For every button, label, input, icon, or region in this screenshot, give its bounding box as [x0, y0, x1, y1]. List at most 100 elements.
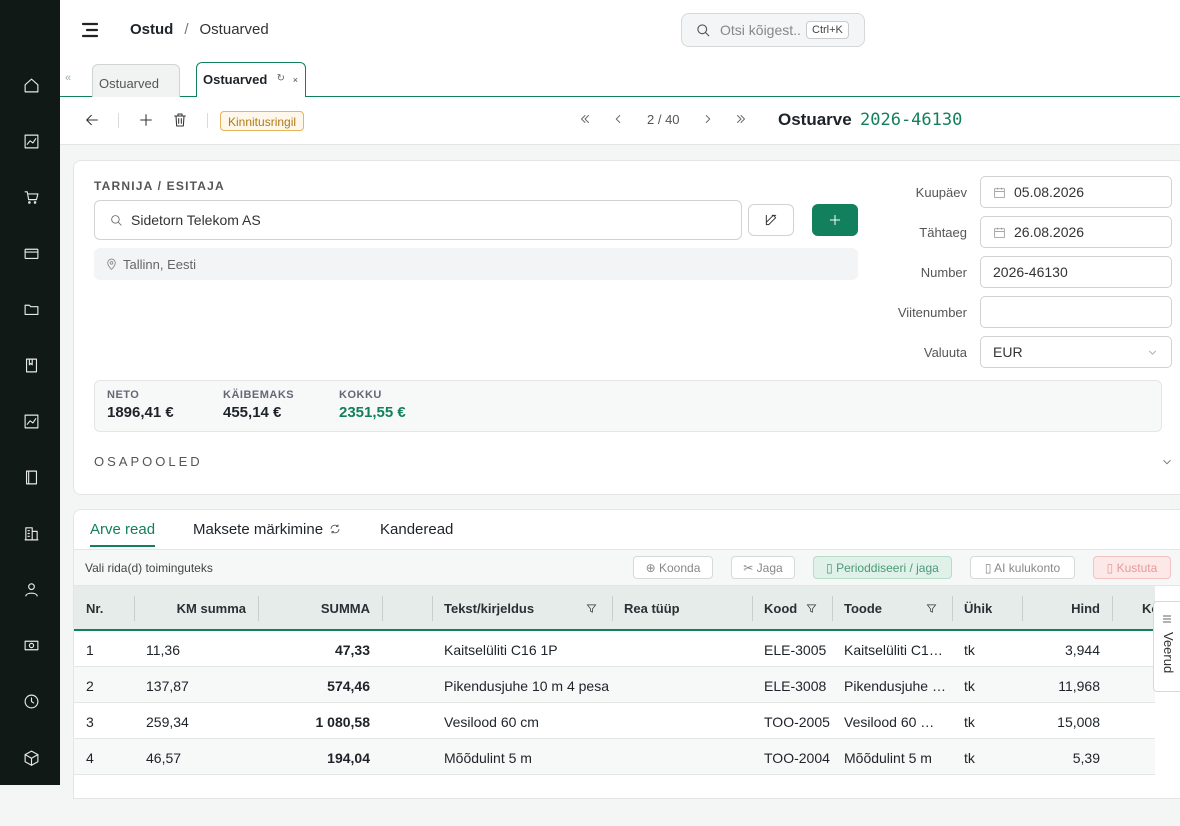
tab-label: Ostuarved [99, 76, 159, 91]
ai-account-button[interactable]: ▯ AI kulukonto [970, 556, 1075, 579]
breadcrumb-root[interactable]: Ostud [130, 21, 173, 38]
col-row-type[interactable]: Rea tüüp [624, 601, 680, 616]
col-product[interactable]: Toode [844, 601, 882, 616]
prev-page-icon[interactable] [611, 112, 625, 129]
search-placeholder: Otsi kõigest... [720, 22, 802, 38]
number-field[interactable]: 2026-46130 [980, 256, 1172, 288]
filter-icon[interactable] [586, 601, 597, 616]
reference-field[interactable] [980, 296, 1172, 328]
col-sum[interactable]: SUMMA [258, 601, 370, 616]
parties-section-toggle[interactable]: OSAPOOLED [94, 454, 203, 469]
cell-description: Mõõdulint 5 m [444, 750, 532, 766]
back-arrow-icon[interactable] [84, 112, 102, 130]
due-date-field[interactable]: 26.08.2026 [980, 216, 1172, 248]
status-badge: Kinnitusringil [220, 111, 305, 131]
date-value: 05.08.2026 [1014, 184, 1085, 200]
cell-code: TOO-2005 [764, 714, 830, 730]
user-icon[interactable] [20, 578, 42, 600]
tab-ostuarved-list[interactable]: Ostuarved [92, 64, 180, 97]
close-tab-icon[interactable]: × [293, 75, 298, 85]
table-row[interactable]: 1 11,36 47,33 Kaitselüliti C16 1P ELE-30… [74, 631, 1155, 667]
tab-ostuarved-active[interactable]: Ostuarved ↻ × [196, 62, 306, 98]
col-nr[interactable]: Nr. [86, 601, 103, 616]
location-pin-icon [107, 258, 116, 270]
breadcrumb: Ostud / Ostuarved [130, 21, 269, 38]
document-toolbar: Kinnitusringil 2 / 40 Ostuarve 2026-4613… [60, 97, 1180, 145]
edit-icon [765, 214, 777, 226]
columns-button[interactable]: Veerud [1153, 601, 1180, 692]
collapse-tabs-icon[interactable]: « [65, 72, 71, 84]
add-icon[interactable] [138, 112, 156, 130]
folder-icon[interactable] [20, 298, 42, 320]
column-divider [432, 596, 433, 621]
col-price[interactable]: Hind [1022, 601, 1100, 616]
merge-button[interactable]: ⊕ Koonda [633, 556, 713, 579]
search-shortcut: Ctrl+K [806, 21, 849, 39]
tab-invoice-lines[interactable]: Arve read [90, 521, 156, 547]
vendor-input[interactable]: Sidetorn Telekom AS [94, 200, 742, 240]
cart-icon[interactable] [20, 186, 42, 208]
refresh-tab-icon[interactable]: ↻ [277, 73, 285, 84]
last-page-icon[interactable] [734, 112, 748, 129]
global-search[interactable]: Otsi kõigest... Ctrl+K [681, 13, 865, 47]
filter-icon[interactable] [926, 601, 937, 616]
page-indicator: 2 / 40 [647, 112, 680, 127]
cell-sum: 574,46 [327, 678, 370, 694]
cell-nr: 2 [86, 678, 94, 694]
split-button[interactable]: ✂ Jaga [731, 556, 795, 579]
next-page-icon[interactable] [701, 112, 715, 129]
tab-payment-marking[interactable]: Maksete märkimine [193, 521, 341, 538]
building-icon[interactable] [20, 522, 42, 544]
column-divider [832, 596, 833, 621]
money-icon[interactable] [20, 634, 42, 656]
delete-rows-button[interactable]: ▯ Kustuta [1093, 556, 1171, 579]
table-row[interactable]: 3 259,34 1 080,58 Vesilood 60 cm TOO-200… [74, 703, 1155, 739]
breadcrumb-current: Ostuarved [199, 21, 269, 38]
col-unit[interactable]: Ühik [964, 601, 992, 616]
table-header: Nr. KM summa SUMMA Tekst/kirjeldus Rea t… [74, 586, 1155, 631]
analytics-icon[interactable] [20, 410, 42, 432]
tab-ledger-rows[interactable]: Kanderead [380, 521, 453, 538]
cell-code: ELE-3005 [764, 642, 827, 658]
cell-sum: 194,04 [327, 750, 370, 766]
cell-unit: tk [964, 642, 975, 658]
chart-icon[interactable] [20, 130, 42, 152]
ledger-icon[interactable] [20, 466, 42, 488]
table-row[interactable]: 4 46,57 194,04 Mõõdulint 5 m TOO-2004 Mõ… [74, 739, 1155, 775]
date-field[interactable]: 05.08.2026 [980, 176, 1172, 208]
number-label: Number [920, 264, 967, 280]
table-row[interactable]: 2 137,87 574,46 Pikendusjuhe 10 m 4 pesa… [74, 667, 1155, 703]
cell-description: Kaitselüliti C16 1P [444, 642, 558, 658]
col-vat-amount[interactable]: KM summa [134, 601, 246, 616]
cell-vat: 11,36 [146, 642, 180, 658]
net-total: NETO 1896,41 € [107, 389, 174, 421]
col-code[interactable]: Kood [764, 601, 797, 616]
col-description[interactable]: Tekst/kirjeldus [444, 601, 534, 616]
net-label: NETO [107, 389, 140, 401]
tab-label: Ostuarved [203, 72, 268, 87]
cell-product: Mõõdulint 5 m [844, 750, 932, 766]
add-vendor-button[interactable] [812, 204, 858, 236]
chevron-down-icon [1148, 350, 1157, 355]
menu-toggle-icon[interactable] [81, 20, 99, 40]
clock-icon[interactable] [20, 690, 42, 712]
cell-product: Kaitselüliti C1… [844, 642, 943, 658]
cell-unit: tk [964, 750, 975, 766]
edit-vendor-button[interactable] [748, 204, 794, 236]
card-icon[interactable] [20, 242, 42, 264]
trash-icon[interactable] [172, 112, 190, 130]
invoice-header-card: TARNIJA / ESITAJA Sidetorn Telekom AS Ta… [73, 160, 1180, 495]
due-label: Tähtaeg [919, 224, 967, 240]
column-divider [382, 596, 383, 621]
search-icon [111, 214, 122, 226]
chevron-down-icon[interactable] [1160, 455, 1174, 474]
filter-icon[interactable] [806, 601, 817, 616]
reference-label: Viitenumber [897, 304, 967, 320]
cell-vat: 137,87 [146, 678, 189, 694]
currency-select[interactable]: EUR [980, 336, 1172, 368]
periodize-button[interactable]: ▯ Perioddiseeri / jaga [813, 556, 952, 579]
book-icon[interactable] [20, 354, 42, 376]
box-icon[interactable] [20, 746, 42, 768]
first-page-icon[interactable] [578, 112, 592, 129]
home-icon[interactable] [20, 74, 42, 96]
